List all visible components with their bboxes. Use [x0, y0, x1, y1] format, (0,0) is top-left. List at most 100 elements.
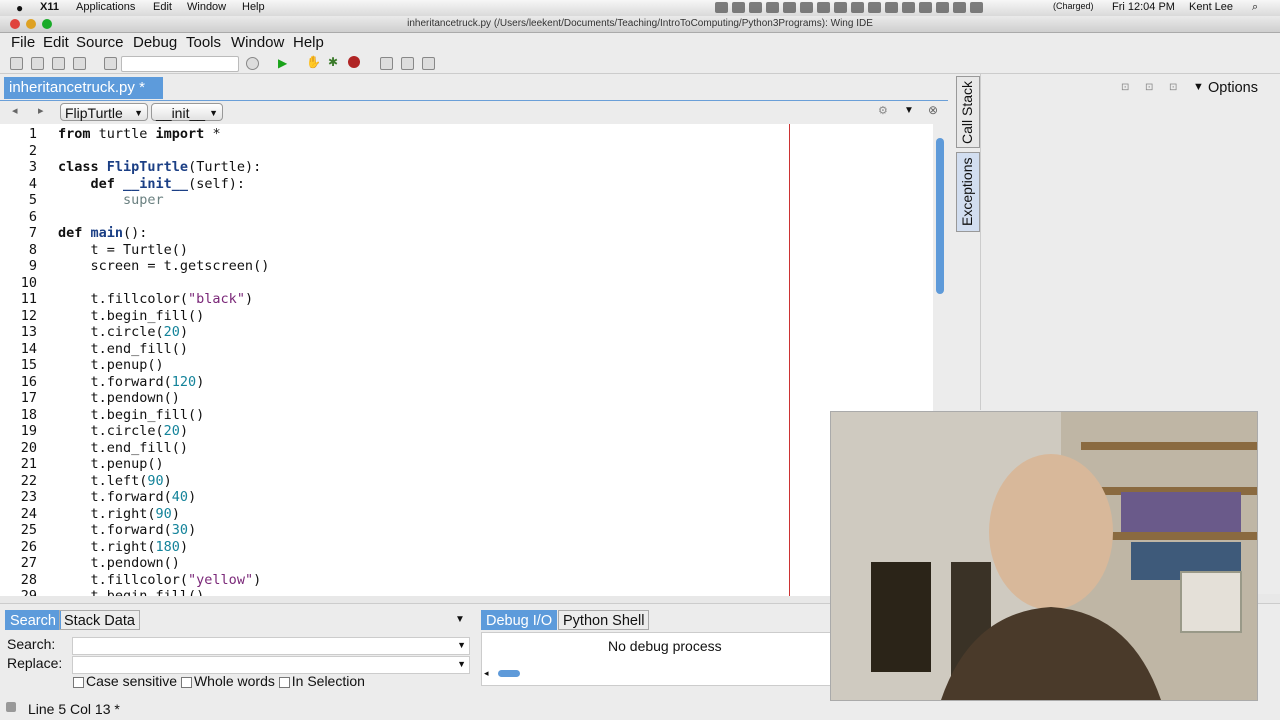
horizontal-scroll-thumb[interactable]	[498, 670, 520, 677]
code-line[interactable]: t.right(90)	[58, 506, 180, 522]
code-line[interactable]: from turtle import *	[58, 126, 221, 142]
new-file-icon[interactable]	[10, 57, 23, 70]
apple-icon[interactable]: ●	[16, 1, 23, 15]
menubar-status-icons[interactable]	[715, 1, 1051, 14]
menu-debug[interactable]: Debug	[133, 34, 177, 51]
line-number: 7	[28, 225, 37, 241]
code-line[interactable]: t.forward(120)	[58, 374, 205, 390]
menubar-user[interactable]: Kent Lee	[1189, 1, 1233, 13]
code-line[interactable]: t.pendown()	[58, 555, 180, 571]
code-line[interactable]: t.right(180)	[58, 539, 189, 555]
menu-edit[interactable]: Edit	[43, 34, 69, 51]
search-field[interactable]: ▼	[72, 637, 470, 655]
options-menu[interactable]: Options	[1208, 80, 1258, 96]
mac-app-name[interactable]: X11	[40, 1, 59, 13]
tab-stack-data[interactable]: Stack Data	[59, 610, 140, 630]
code-line[interactable]: class FlipTurtle(Turtle):	[58, 159, 261, 175]
mac-menu-edit[interactable]: Edit	[153, 1, 172, 13]
code-line[interactable]: t.begin_fill()	[58, 407, 205, 423]
run-debug-icon[interactable]: ▶	[278, 56, 287, 70]
code-line[interactable]: super	[58, 192, 164, 208]
code-line[interactable]: t.left(90)	[58, 473, 172, 489]
tab-python-shell[interactable]: Python Shell	[558, 610, 650, 630]
in-selection-checkbox[interactable]: In Selection	[278, 673, 365, 689]
close-window-icon[interactable]	[10, 19, 20, 29]
menu-window[interactable]: Window	[231, 34, 284, 51]
step-out-icon[interactable]	[422, 57, 435, 70]
code-line[interactable]: t = Turtle()	[58, 242, 189, 258]
line-number: 17	[20, 390, 37, 406]
step-into-icon[interactable]	[380, 57, 393, 70]
dropdown-icon[interactable]: ▼	[904, 105, 914, 116]
code-line[interactable]: t.pendown()	[58, 390, 180, 406]
code-line[interactable]: t.forward(30)	[58, 522, 197, 538]
webcam-video	[831, 412, 1257, 700]
code-line[interactable]: t.end_fill()	[58, 440, 189, 456]
code-line[interactable]: t.penup()	[58, 456, 164, 472]
options-arrow-icon[interactable]: ▼	[1193, 81, 1204, 93]
forward-icon[interactable]: ▸	[38, 104, 44, 117]
menu-source[interactable]: Source	[76, 34, 124, 51]
code-line[interactable]: def __init__(self):	[58, 176, 245, 192]
tab-exceptions[interactable]: Exceptions	[956, 152, 980, 232]
options-icon[interactable]: ⚙	[878, 104, 888, 117]
scroll-left-icon[interactable]: ◂	[484, 668, 489, 679]
code-editor[interactable]: 1 2 3 4 5 6 7 8 9 10 11 12 13 14 15 16 1…	[0, 124, 933, 596]
pause-hand-icon[interactable]: ✋	[306, 55, 321, 69]
code-line[interactable]: t.fillcolor("black")	[58, 291, 254, 307]
class-combo[interactable]: FlipTurtle ▼	[60, 103, 148, 121]
tab-debug-io[interactable]: Debug I/O	[481, 610, 558, 630]
step-over-icon[interactable]	[401, 57, 414, 70]
panel-icon-1[interactable]: ⊡	[1121, 82, 1129, 93]
case-sensitive-checkbox[interactable]: Case sensitive	[73, 673, 177, 689]
mac-menubar: ● X11 Applications Edit Window Help (Cha…	[0, 0, 1280, 17]
stop-icon[interactable]	[348, 56, 360, 68]
code-line[interactable]: screen = t.getscreen()	[58, 258, 270, 274]
line-number: 14	[20, 340, 37, 357]
mac-menu-applications[interactable]: Applications	[76, 1, 135, 13]
code-line[interactable]: t.fillcolor("yellow")	[58, 572, 262, 588]
code-line[interactable]: t.circle(20)	[58, 324, 189, 340]
chevron-down-icon[interactable]: ▼	[457, 640, 466, 650]
tab-call-stack[interactable]: Call Stack	[956, 76, 980, 148]
menu-tools[interactable]: Tools	[186, 34, 221, 51]
scrollbar-thumb[interactable]	[936, 138, 944, 294]
app-menubar: File Edit Source Debug Tools Window Help	[0, 33, 1280, 53]
code-line[interactable]: t.circle(20)	[58, 423, 189, 439]
line-number: 8	[28, 241, 37, 258]
back-icon[interactable]: ◂	[12, 104, 18, 117]
panel-icon-2[interactable]: ⊡	[1145, 82, 1153, 93]
open-file-icon[interactable]	[31, 57, 44, 70]
spotlight-icon[interactable]: ⌕	[1252, 1, 1258, 14]
close-editor-icon[interactable]: ⊗	[928, 103, 938, 117]
method-combo[interactable]: __init__ ▼	[151, 103, 223, 121]
save-file-icon[interactable]	[52, 57, 65, 70]
debug-bug-icon[interactable]: ✱	[328, 55, 338, 69]
print-icon[interactable]	[104, 57, 117, 70]
code-line[interactable]: t.end_fill()	[58, 341, 189, 357]
mac-menu-help[interactable]: Help	[242, 1, 265, 13]
battery-status[interactable]: (Charged)	[1053, 1, 1094, 11]
minimize-window-icon[interactable]	[26, 19, 36, 29]
toolbar-search-input[interactable]	[121, 56, 239, 72]
tab-search[interactable]: Search	[5, 610, 61, 630]
search-icon[interactable]	[246, 57, 259, 70]
replace-field[interactable]: ▼	[72, 656, 470, 674]
code-line[interactable]: t.begin_fill()	[58, 308, 205, 324]
menu-file[interactable]: File	[11, 34, 35, 51]
zoom-window-icon[interactable]	[42, 19, 52, 29]
code-line[interactable]: t.forward(40)	[58, 489, 197, 505]
code-line[interactable]: def main():	[58, 225, 147, 241]
code-line[interactable]: t.begin_fill()	[58, 588, 205, 596]
menu-help[interactable]: Help	[293, 34, 324, 51]
panel-dropdown-icon[interactable]: ▼	[455, 614, 465, 625]
debug-io-area[interactable]: No debug process ◂	[481, 632, 832, 686]
tab-inheritancetruck[interactable]: inheritancetruck.py *	[4, 77, 163, 99]
menubar-clock[interactable]: Fri 12:04 PM	[1112, 1, 1175, 13]
whole-words-checkbox[interactable]: Whole words	[180, 673, 275, 689]
panel-icon-3[interactable]: ⊡	[1169, 82, 1177, 93]
chevron-down-icon[interactable]: ▼	[457, 659, 466, 669]
mac-menu-window[interactable]: Window	[187, 1, 226, 13]
code-line[interactable]: t.penup()	[58, 357, 164, 373]
save-all-icon[interactable]	[73, 57, 86, 70]
